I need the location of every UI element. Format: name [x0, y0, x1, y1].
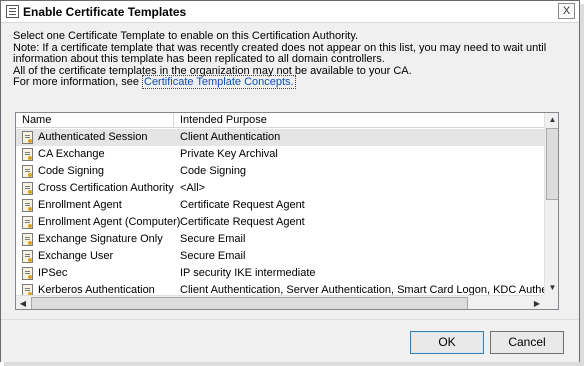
template-intended-purpose: Secure Email: [180, 250, 246, 262]
column-header-name[interactable]: Name: [16, 113, 174, 128]
template-intended-purpose: IP security IKE intermediate: [180, 267, 316, 279]
list-item[interactable]: Enrollment Agent Certificate Request Agen…: [16, 197, 544, 214]
list-item[interactable]: IPSec IP security IKE intermediate: [16, 265, 544, 282]
certificate-template-icon: [22, 233, 33, 246]
template-name: Kerberos Authentication: [38, 284, 155, 295]
list-rows: Authenticated Session Client Authenticati…: [16, 129, 544, 295]
instruction-line-5: For more information, see Certificate Te…: [13, 75, 573, 89]
ok-button[interactable]: OK: [410, 331, 484, 354]
list-item[interactable]: Code Signing Code Signing: [16, 163, 544, 180]
certificate-template-concepts-link[interactable]: Certificate Template Concepts.: [142, 75, 296, 89]
title-bar[interactable]: Enable Certificate Templates X: [1, 1, 579, 23]
window-shadow: [580, 4, 584, 366]
list-item[interactable]: Cross Certification Authority <All>: [16, 180, 544, 197]
vertical-scrollbar[interactable]: ▲ ▼: [544, 113, 558, 295]
template-intended-purpose: Certificate Request Agent: [180, 199, 305, 211]
scroll-right-arrow-icon[interactable]: ▶: [530, 296, 544, 309]
certificate-template-icon: [22, 216, 33, 229]
template-intended-purpose: Private Key Archival: [180, 148, 278, 160]
window-title: Enable Certificate Templates: [23, 5, 187, 19]
instructions: Select one Certificate Template to enabl…: [13, 30, 573, 89]
certificate-template-icon: [22, 284, 33, 295]
template-intended-purpose: Client Authentication: [180, 131, 281, 143]
scroll-up-arrow-icon[interactable]: ▲: [545, 113, 558, 127]
list-item[interactable]: Enrollment Agent (Computer) Certificate R…: [16, 214, 544, 231]
template-intended-purpose: Client Authentication, Server Authentica…: [180, 284, 544, 295]
template-intended-purpose: Secure Email: [180, 233, 246, 245]
template-name: Exchange User: [38, 250, 114, 262]
list-item[interactable]: Exchange Signature Only Secure Email: [16, 231, 544, 248]
template-name: Authenticated Session: [38, 131, 148, 143]
certificate-template-icon: [22, 148, 33, 161]
cancel-button[interactable]: Cancel: [490, 331, 564, 354]
vertical-scroll-thumb[interactable]: [546, 128, 558, 200]
template-name: Enrollment Agent (Computer): [38, 216, 181, 228]
template-intended-purpose: Code Signing: [180, 165, 247, 177]
template-list[interactable]: Name Intended Purpose Authenticated Sess…: [15, 112, 559, 310]
template-name: IPSec: [38, 267, 68, 279]
template-name: Enrollment Agent: [38, 199, 122, 211]
instruction-line-3: information about this template has been…: [13, 53, 385, 65]
scroll-left-arrow-icon[interactable]: ◀: [16, 296, 30, 309]
window-shadow: [4, 362, 584, 366]
certificate-template-icon: [22, 199, 33, 212]
list-item[interactable]: CA Exchange Private Key Archival: [16, 146, 544, 163]
template-intended-purpose: <All>: [180, 182, 206, 194]
template-name: Code Signing: [38, 165, 105, 177]
template-intended-purpose: Certificate Request Agent: [180, 216, 305, 228]
scrollbar-corner: [544, 295, 558, 309]
list-item[interactable]: Authenticated Session Client Authenticati…: [16, 129, 544, 146]
close-button[interactable]: X: [558, 3, 575, 19]
dialog-window: Enable Certificate Templates X Select on…: [0, 0, 580, 362]
list-item[interactable]: Exchange User Secure Email: [16, 248, 544, 265]
certificate-template-icon: [22, 182, 33, 195]
certificate-app-icon: [6, 5, 19, 18]
certificate-template-icon: [22, 165, 33, 178]
certificate-template-icon: [22, 267, 33, 280]
horizontal-scroll-thumb[interactable]: [31, 297, 468, 309]
template-name: CA Exchange: [38, 148, 105, 160]
list-item[interactable]: Kerberos Authentication Client Authentica…: [16, 282, 544, 295]
more-info-prefix: For more information, see: [13, 76, 142, 88]
template-name: Cross Certification Authority: [38, 182, 174, 194]
certificate-template-icon: [22, 131, 33, 144]
certificate-template-icon: [22, 250, 33, 263]
horizontal-scrollbar[interactable]: ◀ ▶: [16, 295, 544, 309]
column-header-intended-purpose[interactable]: Intended Purpose: [174, 113, 544, 128]
instruction-line-1: Select one Certificate Template to enabl…: [13, 30, 359, 42]
scroll-down-arrow-icon[interactable]: ▼: [545, 281, 558, 295]
list-header: Name Intended Purpose: [16, 113, 544, 128]
dialog-footer: OK Cancel: [1, 319, 579, 362]
template-name: Exchange Signature Only: [38, 233, 163, 245]
